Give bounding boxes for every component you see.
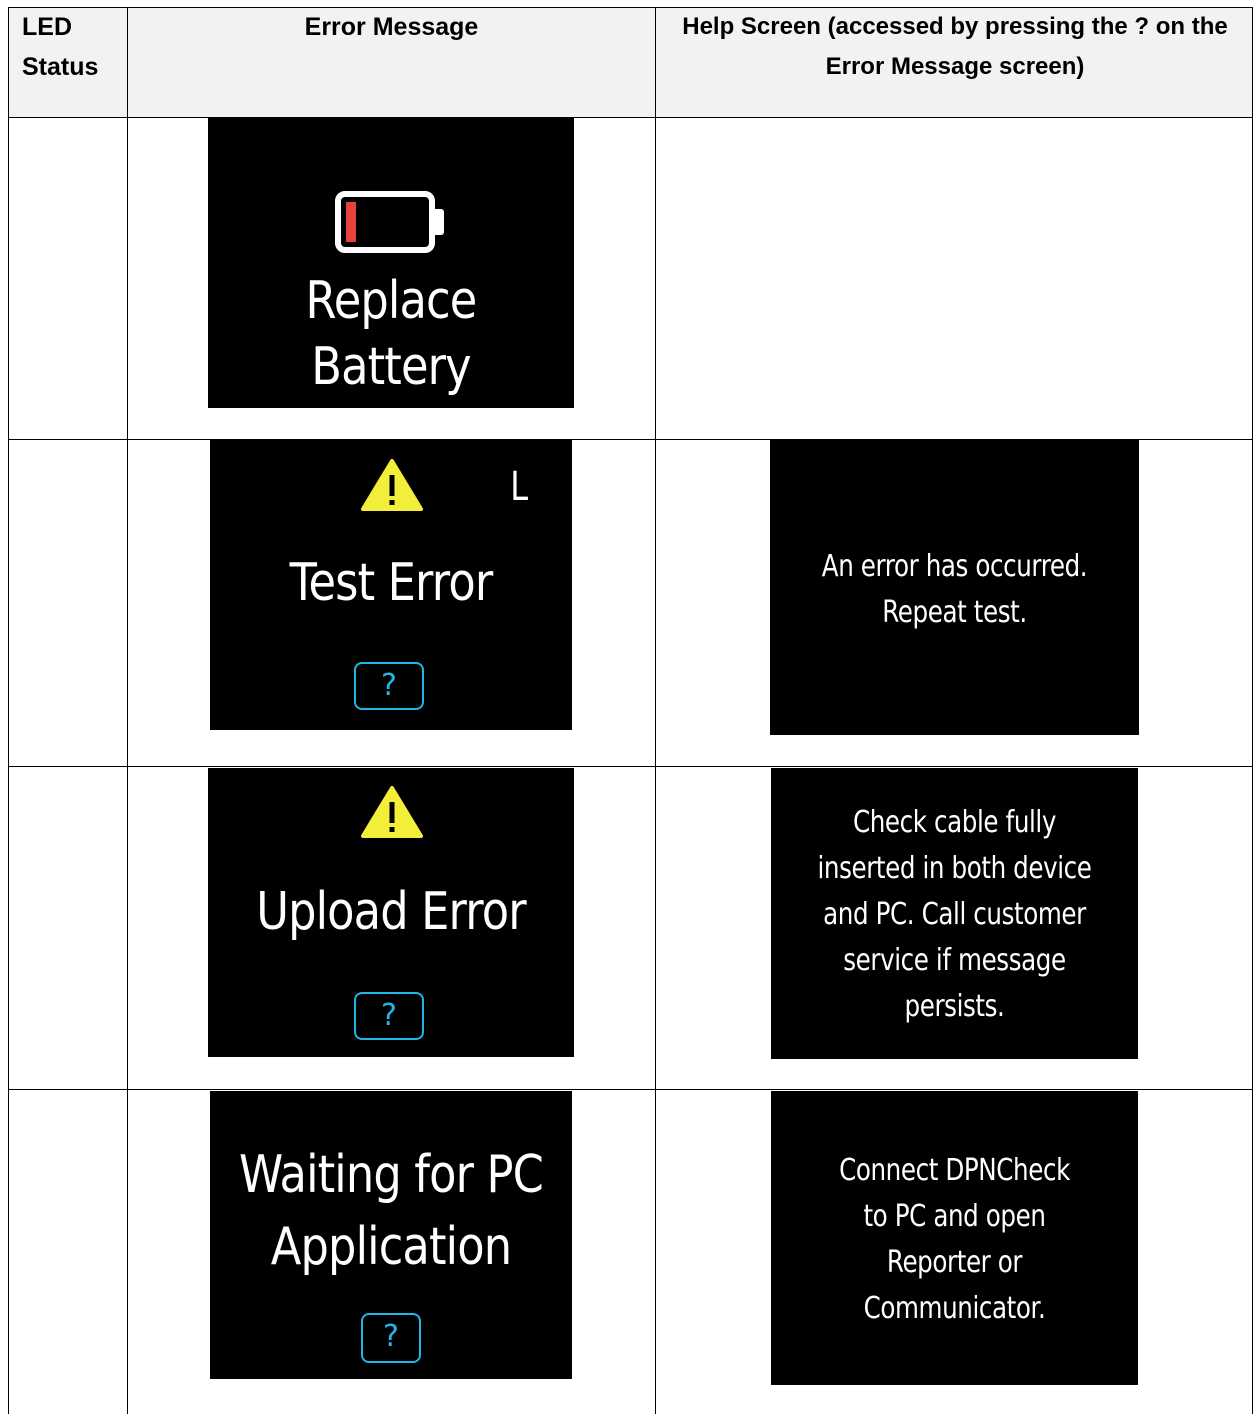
help-line: inserted in both device — [817, 851, 1092, 886]
error-title-line: Waiting for PC — [239, 1145, 544, 1205]
error-title: Test Error — [289, 553, 494, 613]
error-title: Waiting for PC Application — [235, 1139, 546, 1283]
error-title-line: Application — [270, 1217, 512, 1277]
error-title: Replace Battery — [305, 271, 478, 397]
error-screen-test-error: L Test Error ? — [210, 440, 572, 730]
help-line: Communicator. — [863, 1291, 1046, 1326]
help-line: to PC and open — [863, 1199, 1046, 1234]
help-line: Check cable fully — [852, 805, 1057, 840]
help-text: An error has occurred. Repeat test. — [803, 544, 1106, 636]
help-text: Connect DPNCheck to PC and open Reporter… — [804, 1148, 1105, 1332]
column-divider-1 — [127, 7, 128, 1414]
help-button[interactable]: ? — [354, 662, 424, 710]
battery-low-icon — [335, 191, 444, 253]
help-screen-waiting-for-pc: Connect DPNCheck to PC and open Reporter… — [771, 1091, 1138, 1385]
warning-icon — [361, 459, 423, 511]
help-screen-test-error: An error has occurred. Repeat test. — [770, 440, 1139, 735]
side-letter: L — [510, 464, 529, 510]
row-divider-2 — [8, 766, 1253, 767]
help-button[interactable]: ? — [354, 992, 424, 1040]
help-text: Check cable fully inserted in both devic… — [804, 800, 1105, 1030]
error-title: Upload Error — [256, 882, 526, 942]
error-screen-waiting-for-pc: Waiting for PC Application ? — [210, 1091, 572, 1379]
help-line: and PC. Call customer — [823, 897, 1086, 932]
help-line: An error has occurred. — [821, 549, 1088, 584]
help-line: service if message — [843, 943, 1066, 978]
header-error-message: Error Message — [304, 13, 479, 41]
column-divider-2 — [655, 7, 656, 1414]
row-divider-header — [8, 117, 1253, 118]
warning-icon — [361, 786, 423, 838]
help-line: persists. — [904, 989, 1005, 1024]
help-button[interactable]: ? — [361, 1313, 421, 1363]
help-line: Repeat test. — [882, 595, 1027, 630]
help-line: Connect DPNCheck — [839, 1153, 1070, 1188]
error-screen-upload-error: Upload Error ? — [208, 768, 574, 1057]
header-led-status: LED Status — [22, 13, 99, 81]
help-line: Reporter or — [886, 1245, 1023, 1280]
row-divider-3 — [8, 1089, 1253, 1090]
help-screen-upload-error: Check cable fully inserted in both devic… — [771, 768, 1138, 1059]
error-screen-replace-battery: Replace Battery — [208, 118, 574, 408]
document-page: LED Status Error Message Help Screen (ac… — [0, 0, 1253, 1414]
header-help-screen: Help Screen (accessed by pressing the ? … — [682, 13, 1228, 80]
table-border-left — [8, 7, 9, 1414]
